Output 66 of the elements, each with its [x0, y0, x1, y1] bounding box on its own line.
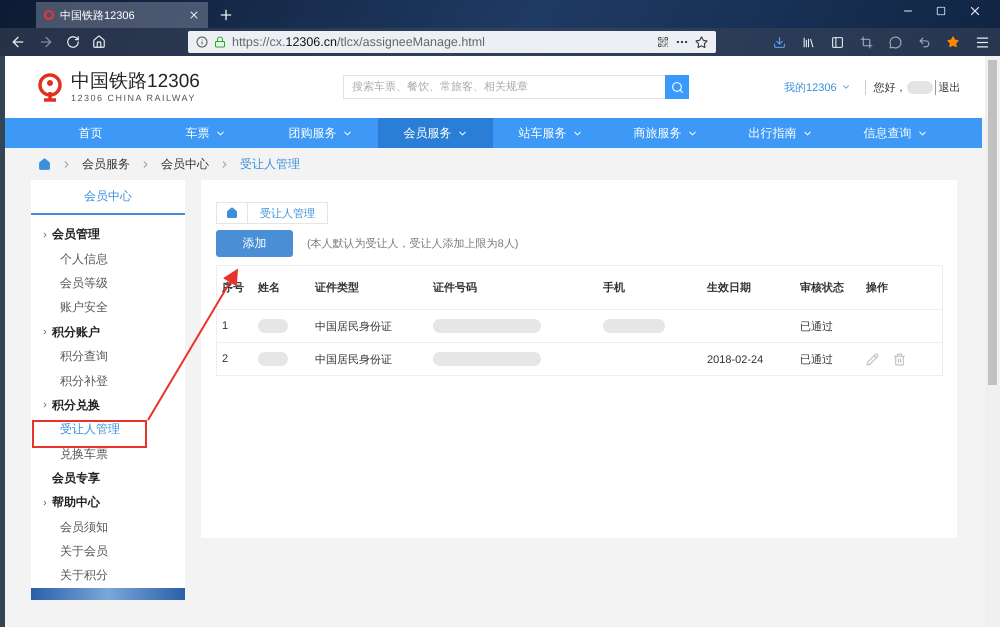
logout-link[interactable]: 退出: [934, 80, 961, 94]
sidebar-item[interactable]: 关于会员: [31, 539, 185, 564]
table-cell-text: 已通过: [800, 320, 834, 334]
table-cell-text: 中国居民身份证: [315, 352, 393, 366]
sidebar-title: 会员中心: [31, 180, 185, 215]
column-header: 姓名: [258, 280, 281, 295]
logo-title: 中国铁路12306: [71, 71, 200, 93]
search-button[interactable]: [665, 75, 689, 99]
column-header: 审核状态: [800, 280, 845, 295]
redacted-name: [906, 80, 933, 94]
sidebar-group[interactable]: 帮助中心: [52, 494, 100, 512]
home-icon: [226, 207, 238, 219]
sidebar-group[interactable]: 积分账户: [52, 324, 100, 341]
column-header: 生效日期: [707, 280, 752, 295]
new-tab-icon[interactable]: [218, 7, 234, 23]
limit-note: (本人默认为受让人，受让人添加上限为8人): [307, 236, 518, 251]
table-cell-text: 已通过: [800, 352, 834, 366]
column-header: 手机: [603, 280, 626, 295]
site-logo-icon: [44, 10, 54, 20]
close-icon[interactable]: [188, 9, 200, 21]
reload-icon[interactable]: [66, 35, 80, 49]
table-cell-text: 2: [222, 353, 230, 365]
search-icon: [670, 80, 684, 94]
sidebar-group[interactable]: 会员管理: [52, 226, 100, 244]
info-icon[interactable]: [196, 36, 208, 48]
close-icon[interactable]: [968, 4, 982, 18]
sidebar-item[interactable]: 个人信息: [31, 247, 185, 272]
sidebar-item[interactable]: 会员须知: [31, 515, 185, 540]
breadcrumb-link[interactable]: 会员服务: [82, 156, 130, 172]
library-icon[interactable]: [802, 36, 815, 48]
greeting: 您好，: [864, 80, 907, 94]
logo-subtitle: 12306 CHINA RAILWAY: [71, 93, 197, 103]
forward-icon[interactable]: [38, 34, 54, 50]
search-field[interactable]: 搜索车票、餐饮、常旅客、相关规章: [343, 75, 665, 99]
lock-icon: [214, 36, 226, 48]
qr-code-icon[interactable]: [657, 36, 669, 48]
sidebar-group[interactable]: 积分兑换: [52, 396, 100, 414]
extension-icon[interactable]: [947, 36, 959, 48]
address-bar[interactable]: https://cx.12306.cn/tlcx/assigneeManage.html: [188, 31, 716, 53]
table-cell: 2018-02-24: [707, 354, 764, 366]
scrollbar-thumb[interactable]: [988, 60, 997, 385]
sidebar-item[interactable]: 账户安全: [31, 296, 185, 320]
breadcrumb-link[interactable]: 会员中心: [161, 156, 209, 172]
maximize-icon[interactable]: [936, 4, 946, 18]
sidebar-group[interactable]: 会员专享: [52, 470, 100, 487]
sidebar-item[interactable]: 积分查询: [31, 344, 185, 369]
column-header: 操作: [866, 281, 889, 295]
column-header: 证件类型: [315, 280, 360, 295]
home-button[interactable]: [216, 202, 248, 224]
crop-icon[interactable]: [860, 36, 873, 48]
sidebar-item[interactable]: 会员等级: [31, 271, 185, 296]
sidebar-icon[interactable]: [831, 36, 844, 48]
star-icon[interactable]: [695, 36, 708, 48]
table-cell-text: 中国居民身份证: [315, 320, 393, 334]
table-cell-text: 1: [222, 320, 230, 332]
nav-item[interactable]: 会员服务: [378, 118, 493, 148]
download-icon[interactable]: [773, 36, 786, 48]
sidebar-item[interactable]: 兑换车票: [31, 442, 185, 466]
back-icon[interactable]: [10, 34, 26, 50]
browser-tab[interactable]: 中国铁路12306: [36, 2, 208, 28]
sidebar-item[interactable]: 积分补登: [31, 368, 185, 394]
undo-icon[interactable]: [918, 36, 931, 48]
column-header: 证件号码: [433, 281, 478, 295]
sidebar-item[interactable]: 关于积分: [31, 564, 185, 588]
menu-icon[interactable]: [975, 34, 990, 50]
chat-icon[interactable]: [889, 36, 902, 48]
